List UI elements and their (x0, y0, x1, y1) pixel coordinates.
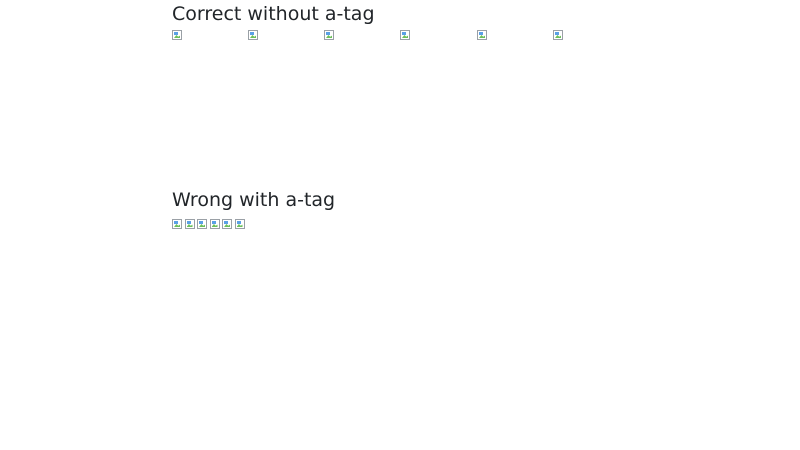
broken-image-icon (553, 30, 563, 40)
image-cell (477, 30, 553, 150)
broken-image-icon (184, 219, 195, 229)
image-link[interactable] (234, 219, 248, 229)
image-link[interactable] (172, 219, 185, 229)
image-cell (172, 30, 248, 150)
image-cell (553, 30, 629, 150)
broken-image-icon (477, 30, 487, 40)
broken-image-icon (248, 30, 258, 40)
broken-image-icon (324, 30, 334, 40)
broken-image-icon (172, 30, 182, 40)
image-link[interactable] (197, 219, 210, 229)
image-cell (248, 30, 324, 150)
broken-image-icon (234, 219, 245, 229)
image-grid-wrong (172, 219, 247, 229)
image-link[interactable] (184, 219, 198, 229)
broken-image-icon (197, 219, 207, 229)
section-title-wrong: Wrong with a-tag (172, 189, 336, 211)
broken-image-icon (400, 30, 410, 40)
image-link[interactable] (209, 219, 223, 229)
broken-image-icon (172, 219, 182, 229)
image-cell (324, 30, 400, 150)
broken-image-icon (222, 219, 232, 229)
section-title-correct: Correct without a-tag (172, 3, 375, 25)
image-link[interactable] (222, 219, 235, 229)
broken-image-icon (209, 219, 220, 229)
image-cell (400, 30, 476, 150)
image-grid-correct (172, 30, 632, 40)
